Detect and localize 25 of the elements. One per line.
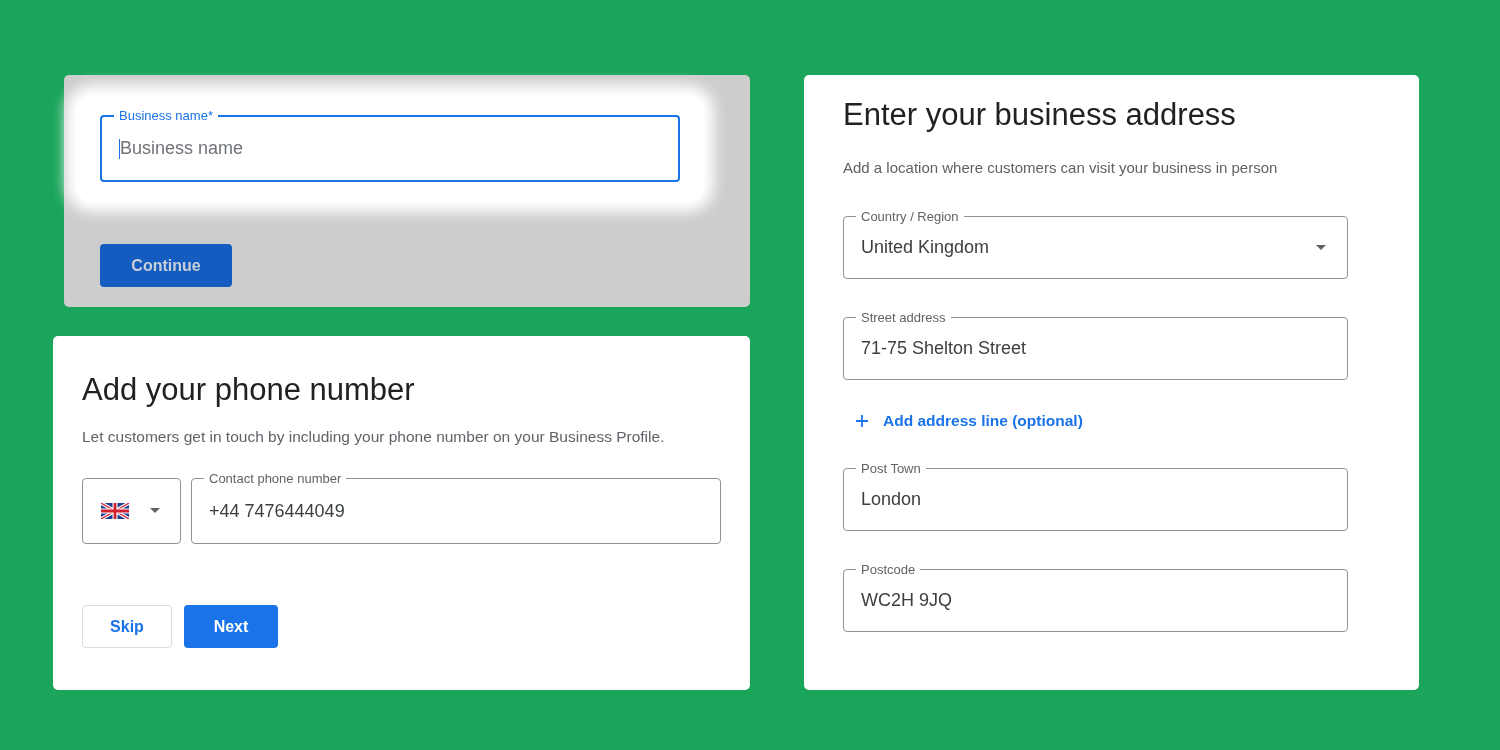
plus-icon bbox=[855, 414, 869, 428]
field-value: 71-75 Shelton Street bbox=[861, 338, 1027, 359]
next-button[interactable]: Next bbox=[184, 605, 278, 648]
skip-button[interactable]: Skip bbox=[82, 605, 172, 648]
flag-icon bbox=[101, 503, 129, 519]
floating-label: Country / Region bbox=[856, 209, 964, 224]
floating-label: Street address bbox=[856, 310, 951, 325]
country-code-dropdown[interactable] bbox=[82, 478, 181, 544]
field-value: London bbox=[861, 489, 922, 510]
floating-label: Business name* bbox=[114, 108, 218, 123]
add-address-line-link[interactable]: Add address line (optional) bbox=[883, 412, 1083, 430]
floating-label: Postcode bbox=[856, 562, 921, 577]
floating-label: Contact phone number bbox=[204, 471, 347, 486]
continue-button[interactable]: Continue bbox=[100, 244, 232, 287]
floating-label: Post Town bbox=[856, 461, 926, 476]
card-title: Add your phone number bbox=[82, 372, 416, 408]
field-value: WC2H 9JQ bbox=[861, 590, 952, 611]
placeholder-text: Business name bbox=[120, 138, 244, 159]
card-title: Enter your business address bbox=[843, 97, 1237, 133]
card-description: Add a location where customers can visit your business in person bbox=[843, 159, 1279, 176]
field-value: United Kingdom bbox=[861, 237, 990, 258]
caret-icon bbox=[149, 508, 161, 514]
card-description: Let customers get in touch by including your phone number on your Business Profile. bbox=[82, 428, 666, 446]
field-value: +44 7476444049 bbox=[209, 500, 345, 522]
caret-icon bbox=[1315, 245, 1327, 251]
